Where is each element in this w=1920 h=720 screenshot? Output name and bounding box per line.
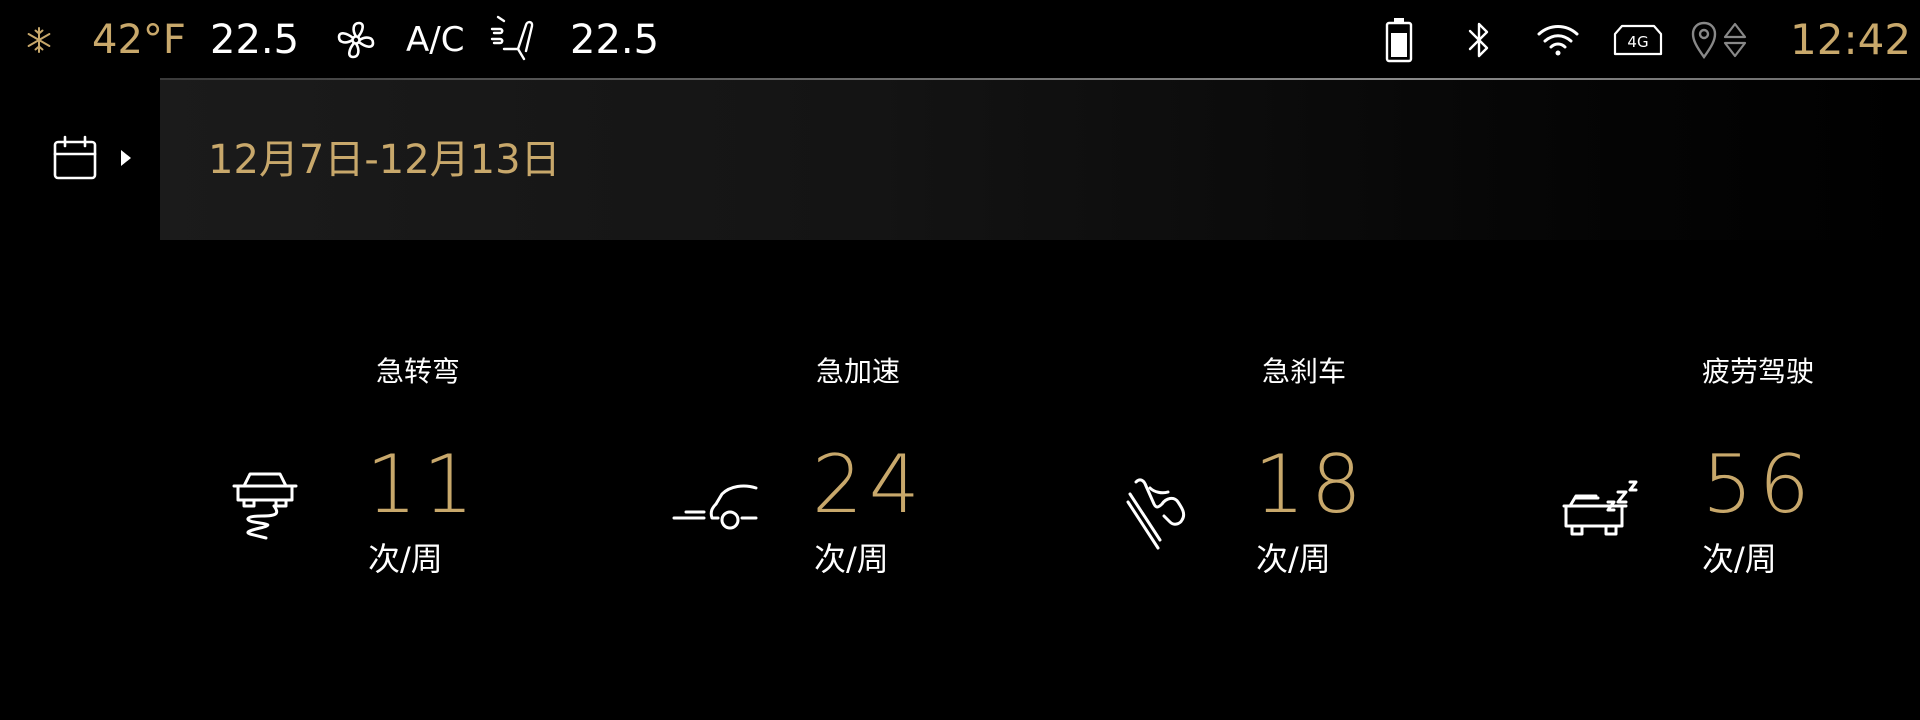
passenger-temperature[interactable]: 22.5: [570, 16, 659, 64]
ac-button[interactable]: A/C: [406, 16, 464, 64]
stat-label: 急转弯: [376, 355, 461, 388]
sort-arrows-icon: [1722, 16, 1748, 64]
svg-text:4G: 4G: [1627, 33, 1648, 51]
bluetooth-icon: [1464, 16, 1494, 64]
stat-unit: 次/周: [368, 540, 443, 578]
wifi-icon: [1536, 16, 1580, 64]
stat-sharp-turn: 急转弯 11 次/周: [210, 350, 650, 590]
status-bar: 42°F 22.5 A/C 22.5 4G 12:42: [0, 0, 1920, 80]
stat-value: 56: [1702, 438, 1816, 531]
stat-value: 11: [366, 438, 480, 531]
4g-icon: 4G: [1612, 16, 1664, 64]
location-icon: [1690, 16, 1718, 64]
driver-temperature[interactable]: 22.5: [210, 16, 299, 64]
stat-hard-braking: 急刹车 18 次/周: [1098, 350, 1538, 590]
stat-label: 疲劳驾驶: [1702, 355, 1815, 388]
fan-icon[interactable]: [334, 16, 378, 64]
stat-unit: 次/周: [1702, 540, 1777, 578]
date-range-text: 12月7日-12月13日: [208, 137, 561, 183]
snowflake-icon: [24, 16, 54, 64]
seat-airflow-icon[interactable]: [490, 15, 540, 64]
stat-value: 24: [812, 438, 926, 531]
stat-fatigue-driving: 疲劳驾驶 56 次/周: [1544, 350, 1920, 590]
calendar-button[interactable]: [52, 130, 152, 190]
calendar-icon: [52, 134, 98, 186]
hard-braking-icon: [1124, 474, 1214, 554]
stat-unit: 次/周: [1256, 540, 1331, 578]
caret-right-icon: [120, 148, 132, 172]
stat-rapid-acceleration: 急加速 24 次/周: [654, 350, 1094, 590]
sharp-turn-icon: [224, 470, 314, 550]
driving-behavior-screen: 42°F 22.5 A/C 22.5 4G 12:42 12月7日-12月13日…: [0, 0, 1920, 720]
stat-label: 急加速: [816, 355, 901, 388]
fatigue-driving-icon: [1562, 478, 1652, 558]
clock: 12:42: [1790, 15, 1912, 64]
date-range-bar: 12月7日-12月13日: [160, 80, 1920, 240]
stat-unit: 次/周: [814, 540, 889, 578]
rapid-acceleration-icon: [672, 478, 762, 558]
outside-temperature: 42°F: [92, 17, 186, 63]
stat-value: 18: [1254, 438, 1368, 531]
battery-icon: [1384, 16, 1414, 64]
stat-label: 急刹车: [1262, 355, 1347, 388]
